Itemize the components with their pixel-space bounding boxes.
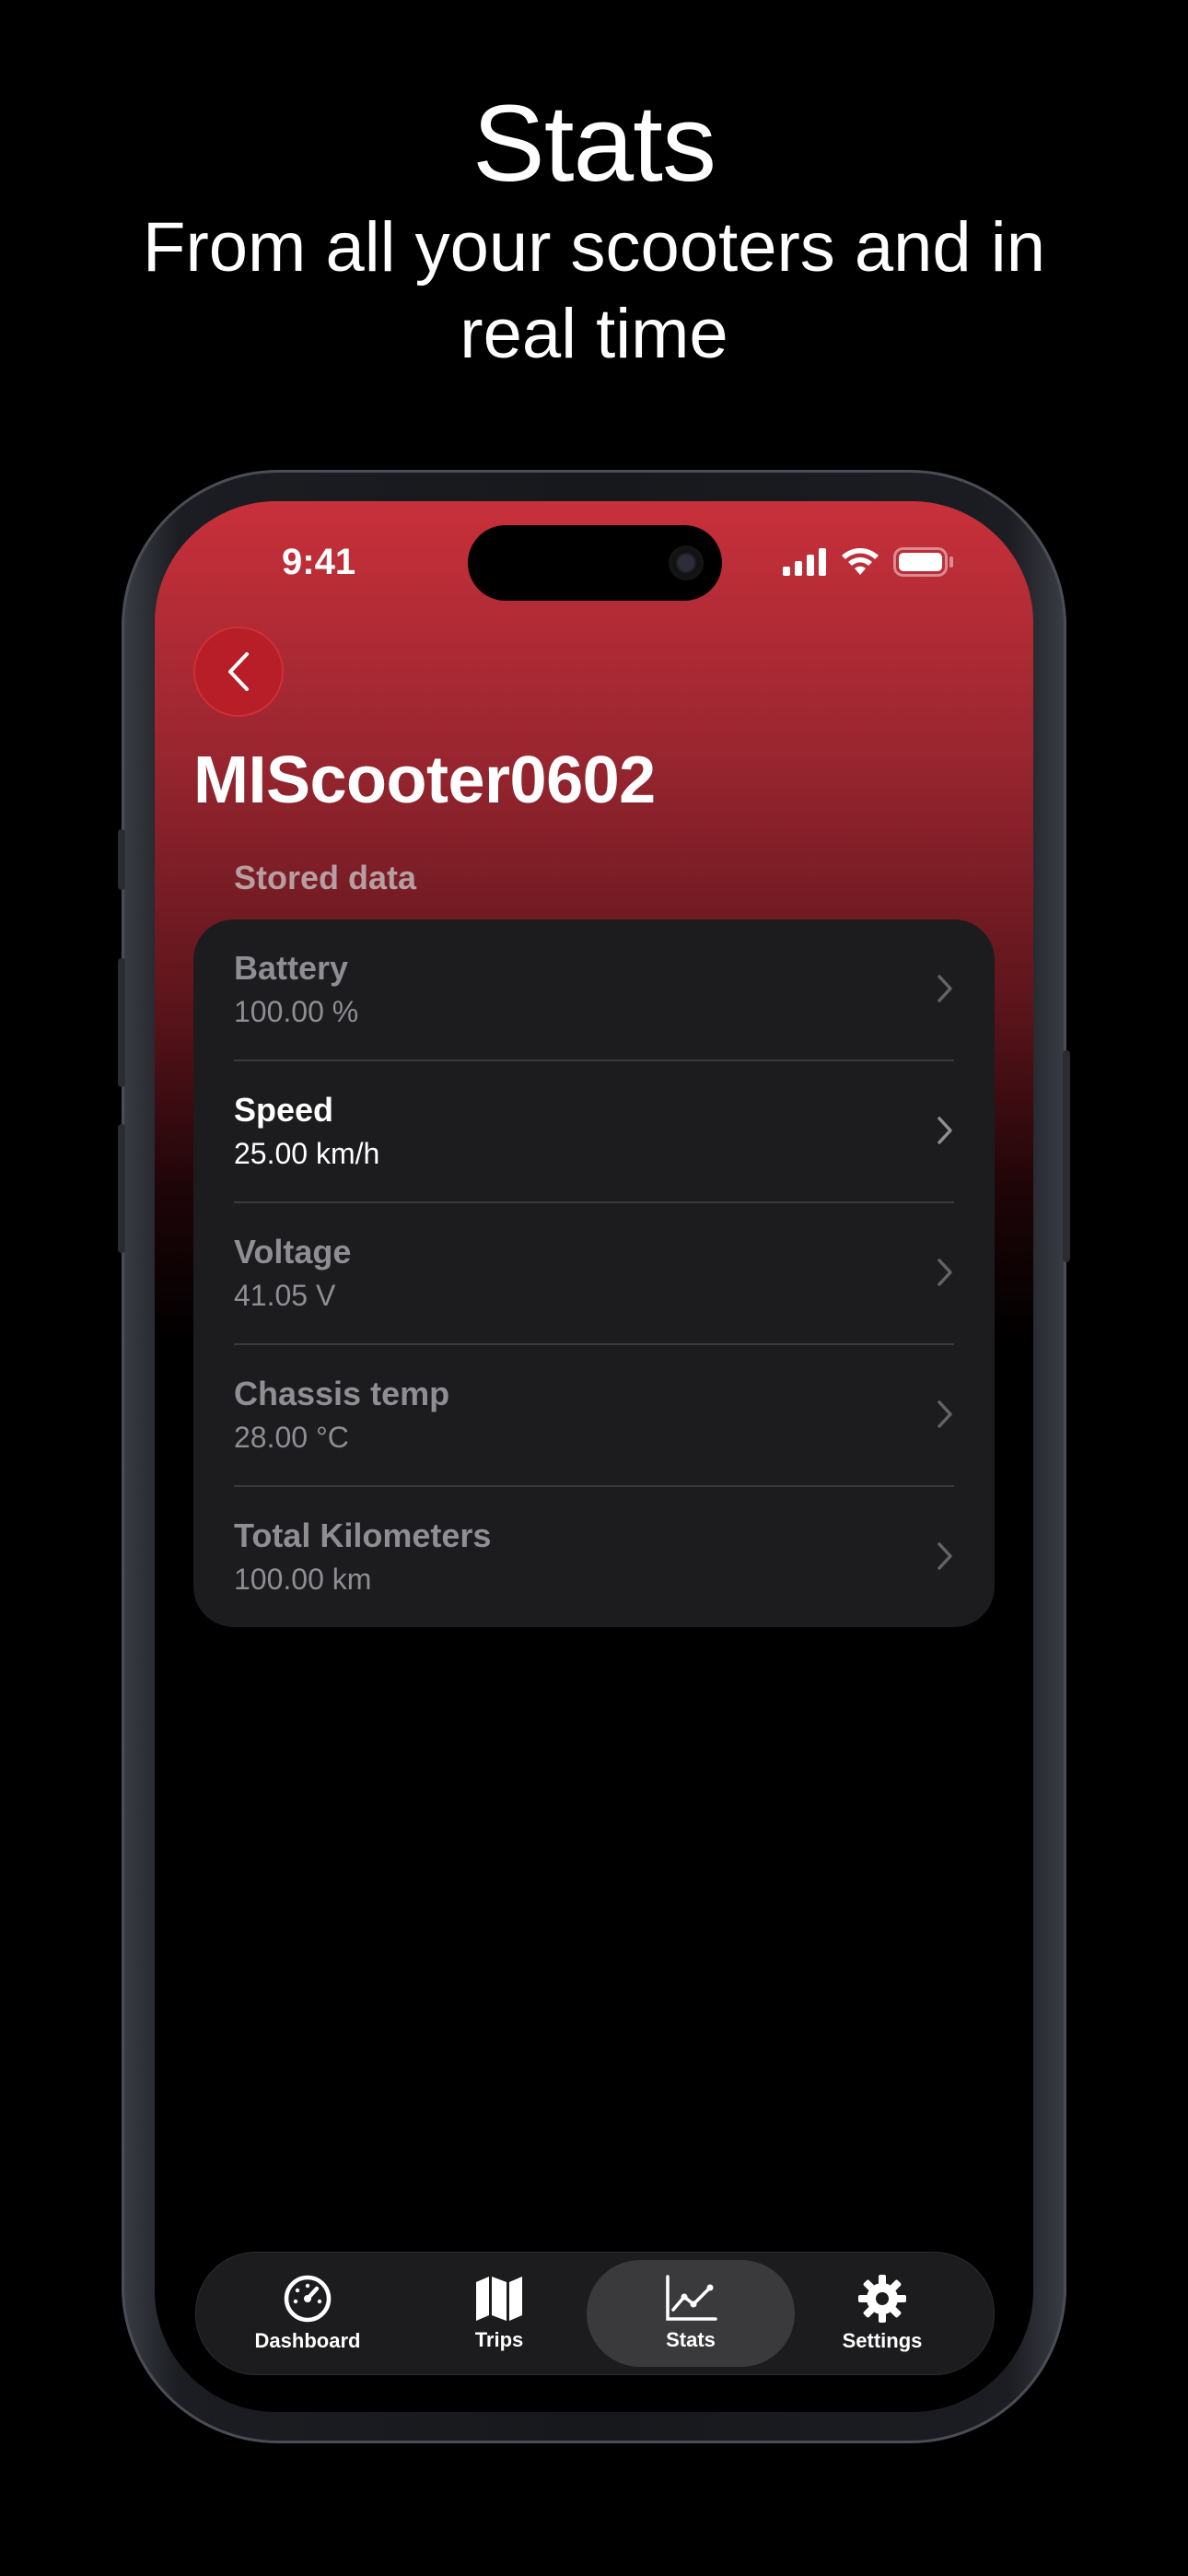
cellular-signal-icon — [783, 548, 826, 576]
stat-label: Speed — [234, 1091, 334, 1129]
chevron-right-icon — [938, 1259, 952, 1286]
tab-trips[interactable]: Trips — [395, 2260, 603, 2367]
camera-icon — [669, 545, 704, 580]
power-button — [1063, 1050, 1070, 1262]
promo-subheadline: From all your scooters and in real time — [143, 208, 1045, 373]
tab-label: Dashboard — [254, 2329, 361, 2352]
speedometer-icon — [284, 2275, 332, 2323]
stat-row-total-kilometers[interactable]: Total Kilometers 100.00 km — [193, 1487, 995, 1627]
stat-row-chassis-temp[interactable]: Chassis temp 28.00 °C — [193, 1345, 995, 1487]
tab-label: Stats — [666, 2328, 716, 2351]
volume-down-button — [118, 1124, 125, 1253]
tab-bar: Dashboard Trips Stats Settings — [195, 2252, 995, 2375]
map-icon — [476, 2277, 522, 2321]
chart-line-icon — [666, 2275, 717, 2321]
tab-stats[interactable]: Stats — [587, 2260, 795, 2367]
tab-settings[interactable]: Settings — [778, 2260, 986, 2367]
stat-label: Total Kilometers — [234, 1516, 492, 1554]
chevron-left-icon — [228, 652, 249, 691]
chevron-right-icon — [938, 1117, 952, 1144]
stat-value: 100.00 km — [234, 1563, 372, 1596]
section-label: Stored data — [234, 859, 417, 896]
stat-value: 100.00 % — [234, 995, 359, 1028]
stat-label: Voltage — [234, 1233, 352, 1270]
phone-screen: 9:41 MIScooter0602 Stored data Battery 1… — [155, 501, 1033, 2412]
status-icons — [783, 547, 954, 577]
action-button — [118, 829, 125, 890]
stat-label: Battery — [234, 949, 349, 987]
status-time: 9:41 — [282, 542, 356, 582]
stat-row-voltage[interactable]: Voltage 41.05 V — [193, 1203, 995, 1345]
gear-icon — [858, 2275, 906, 2323]
stat-value: 28.00 °C — [234, 1421, 349, 1454]
battery-icon — [893, 547, 953, 577]
stat-value: 25.00 km/h — [234, 1137, 380, 1170]
volume-up-button — [118, 958, 125, 1087]
dynamic-island — [468, 525, 722, 601]
promo-headline: Stats — [472, 83, 716, 205]
tab-label: Settings — [842, 2329, 923, 2352]
chevron-right-icon — [938, 975, 952, 1002]
stats-card: Battery 100.00 % Speed 25.00 km/h Voltag… — [193, 919, 995, 1627]
tab-dashboard[interactable]: Dashboard — [204, 2260, 412, 2367]
chevron-right-icon — [938, 1542, 952, 1570]
wifi-icon — [842, 548, 879, 575]
stat-label: Chassis temp — [234, 1375, 450, 1412]
chevron-right-icon — [938, 1400, 952, 1428]
tab-label: Trips — [474, 2328, 524, 2351]
back-button[interactable] — [193, 626, 284, 717]
stat-row-speed[interactable]: Speed 25.00 km/h — [193, 1061, 995, 1203]
stat-value: 41.05 V — [234, 1279, 336, 1312]
page-title: MIScooter0602 — [193, 744, 656, 817]
stat-row-battery[interactable]: Battery 100.00 % — [193, 919, 995, 1061]
